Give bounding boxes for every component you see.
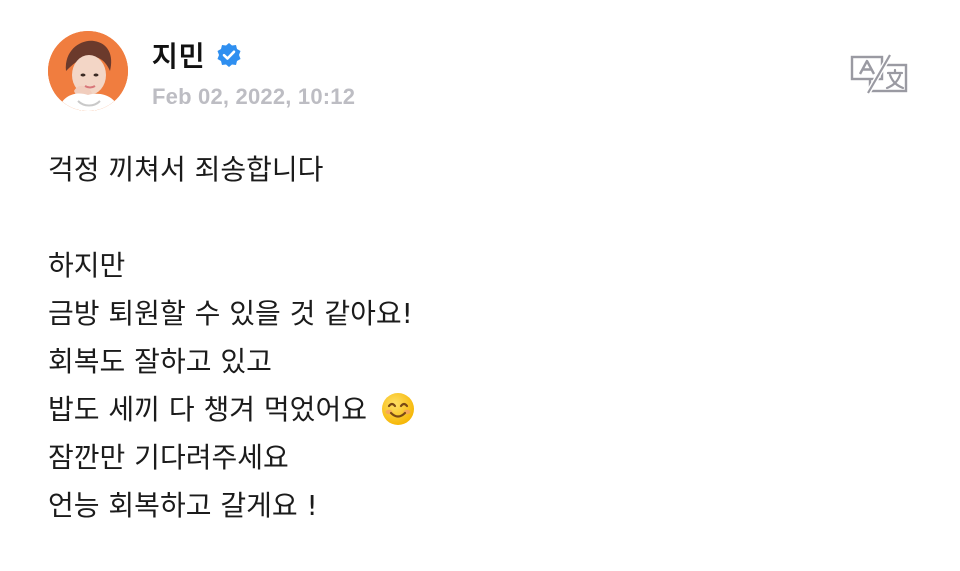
post-line: 언능 회복하고 갈게요 ! bbox=[48, 489, 318, 522]
post-line: 금방 퇴원할 수 있을 것 같아요! bbox=[48, 297, 413, 330]
post-line-blank bbox=[48, 194, 908, 242]
post-line: 잠깐만 기다려주세요 bbox=[48, 441, 289, 474]
translate-button[interactable] bbox=[848, 53, 910, 95]
smiling-face-icon bbox=[380, 391, 416, 427]
post-line: 하지만 bbox=[48, 249, 126, 282]
verified-badge-icon bbox=[216, 42, 242, 68]
post-line: 걱정 끼쳐서 죄송합니다 bbox=[48, 153, 324, 186]
avatar-image bbox=[48, 31, 128, 111]
post-body: 걱정 끼쳐서 죄송합니다 하지만 금방 퇴원할 수 있을 것 같아요! 회복도 … bbox=[48, 146, 908, 530]
translate-icon bbox=[850, 53, 908, 95]
author-name[interactable]: 지민 bbox=[152, 35, 206, 75]
avatar[interactable] bbox=[48, 31, 128, 111]
post-line: 회복도 잘하고 있고 bbox=[48, 345, 272, 378]
author-row: 지민 bbox=[152, 35, 242, 75]
post-timestamp: Feb 02, 2022, 10:12 bbox=[152, 84, 356, 109]
post-line-text: 밥도 세끼 다 챙겨 먹었어요 bbox=[48, 393, 367, 426]
post-line-with-emoji: 밥도 세끼 다 챙겨 먹었어요 bbox=[48, 386, 908, 434]
post-card: 지민 Feb 02, 2022, 10:12 걱정 끼쳐서 죄송합니다 하지만 bbox=[0, 0, 960, 571]
